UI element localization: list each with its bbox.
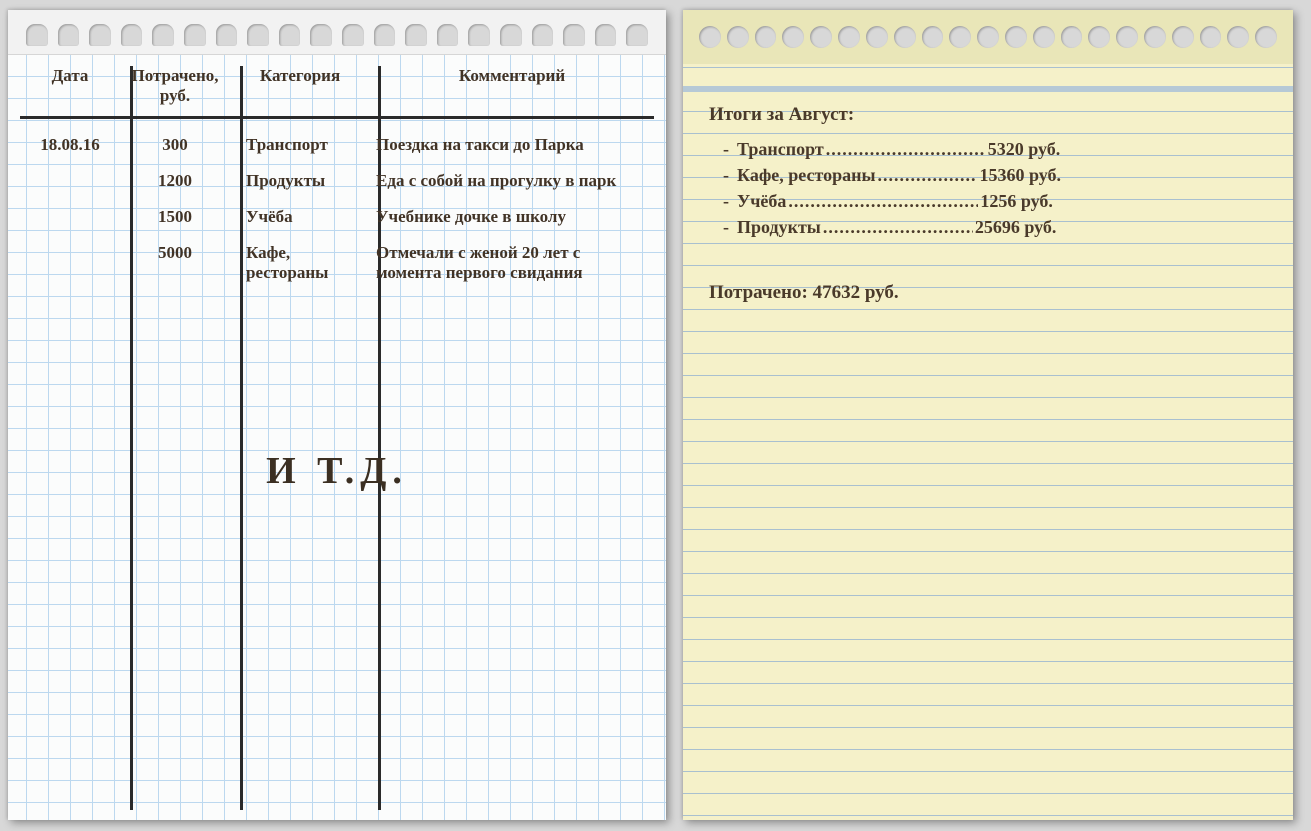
ledger-header-row: Дата Потрачено, руб. Категория Комментар… xyxy=(20,66,654,119)
summary-title: Итоги за Август: xyxy=(709,102,1267,134)
bullet-dash: - xyxy=(723,138,737,160)
leader-dots: .................................... xyxy=(788,190,978,212)
summary-label: Учёба xyxy=(737,190,786,212)
table-row: 5000 Кафе, рестораны Отмечали с женой 20… xyxy=(20,227,654,283)
table-row: 1500 Учёба Учебнике дочке в школу xyxy=(20,191,654,227)
summary-value: 15360 руб. xyxy=(980,164,1062,186)
cell-comment: Отмечали с женой 20 лет с момента первог… xyxy=(370,243,654,283)
header-amount: Потрачено, руб. xyxy=(120,66,230,106)
cell-category: Транспорт xyxy=(230,135,370,155)
ledger-table: Дата Потрачено, руб. Категория Комментар… xyxy=(20,66,654,283)
summary-row: - Транспорт ............................… xyxy=(709,134,1267,160)
summary-row: - Учёба ................................… xyxy=(709,186,1267,212)
summary-label: Кафе, рестораны xyxy=(737,164,876,186)
bullet-dash: - xyxy=(723,190,737,212)
summary-value: 25696 руб. xyxy=(975,216,1057,238)
summary-row: - Кафе, рестораны .................. 153… xyxy=(709,160,1267,186)
etc-label: И Т.Д. xyxy=(20,449,654,493)
cell-amount: 5000 xyxy=(120,243,230,283)
leader-dots: .................. xyxy=(878,164,978,186)
cell-date: 18.08.16 xyxy=(20,135,120,155)
spiral-holes xyxy=(683,26,1293,50)
cell-comment: Учебнике дочке в школу xyxy=(370,207,654,227)
ledger-sheet: Дата Потрачено, руб. Категория Комментар… xyxy=(8,10,666,820)
cell-amount: 1500 xyxy=(120,207,230,227)
cell-category: Кафе, рестораны xyxy=(230,243,370,283)
spiral-holes xyxy=(8,24,666,46)
cell-comment: Еда с собой на прогулку в парк xyxy=(370,171,654,191)
summary-label: Транспорт xyxy=(737,138,824,160)
summary-row: - Продукты ............................ … xyxy=(709,212,1267,238)
cell-date xyxy=(20,207,120,227)
leader-dots: ............................ xyxy=(823,216,973,238)
cell-amount: 1200 xyxy=(120,171,230,191)
summary-total: Потрачено: 47632 руб. xyxy=(709,282,1267,304)
cell-category: Продукты xyxy=(230,171,370,191)
summary-sheet: Итоги за Август: - Транспорт ...........… xyxy=(683,10,1293,820)
header-category: Категория xyxy=(230,66,370,106)
summary-label: Продукты xyxy=(737,216,821,238)
bullet-dash: - xyxy=(723,164,737,186)
cell-date xyxy=(20,171,120,191)
header-comment: Комментарий xyxy=(370,66,654,106)
header-date: Дата xyxy=(20,66,120,106)
bullet-dash: - xyxy=(723,216,737,238)
cell-date xyxy=(20,243,120,283)
cell-category: Учёба xyxy=(230,207,370,227)
table-row: 18.08.16 300 Транспорт Поездка на такси … xyxy=(20,119,654,155)
summary-value: 5320 руб. xyxy=(988,138,1061,160)
table-row: 1200 Продукты Еда с собой на прогулку в … xyxy=(20,155,654,191)
leader-dots: .............................. xyxy=(826,138,986,160)
summary-value: 1256 руб. xyxy=(980,190,1053,212)
cell-comment: Поездка на такси до Парка xyxy=(370,135,654,155)
summary-content: Итоги за Август: - Транспорт ...........… xyxy=(709,102,1267,304)
cell-amount: 300 xyxy=(120,135,230,155)
ledger-body: 18.08.16 300 Транспорт Поездка на такси … xyxy=(20,119,654,283)
